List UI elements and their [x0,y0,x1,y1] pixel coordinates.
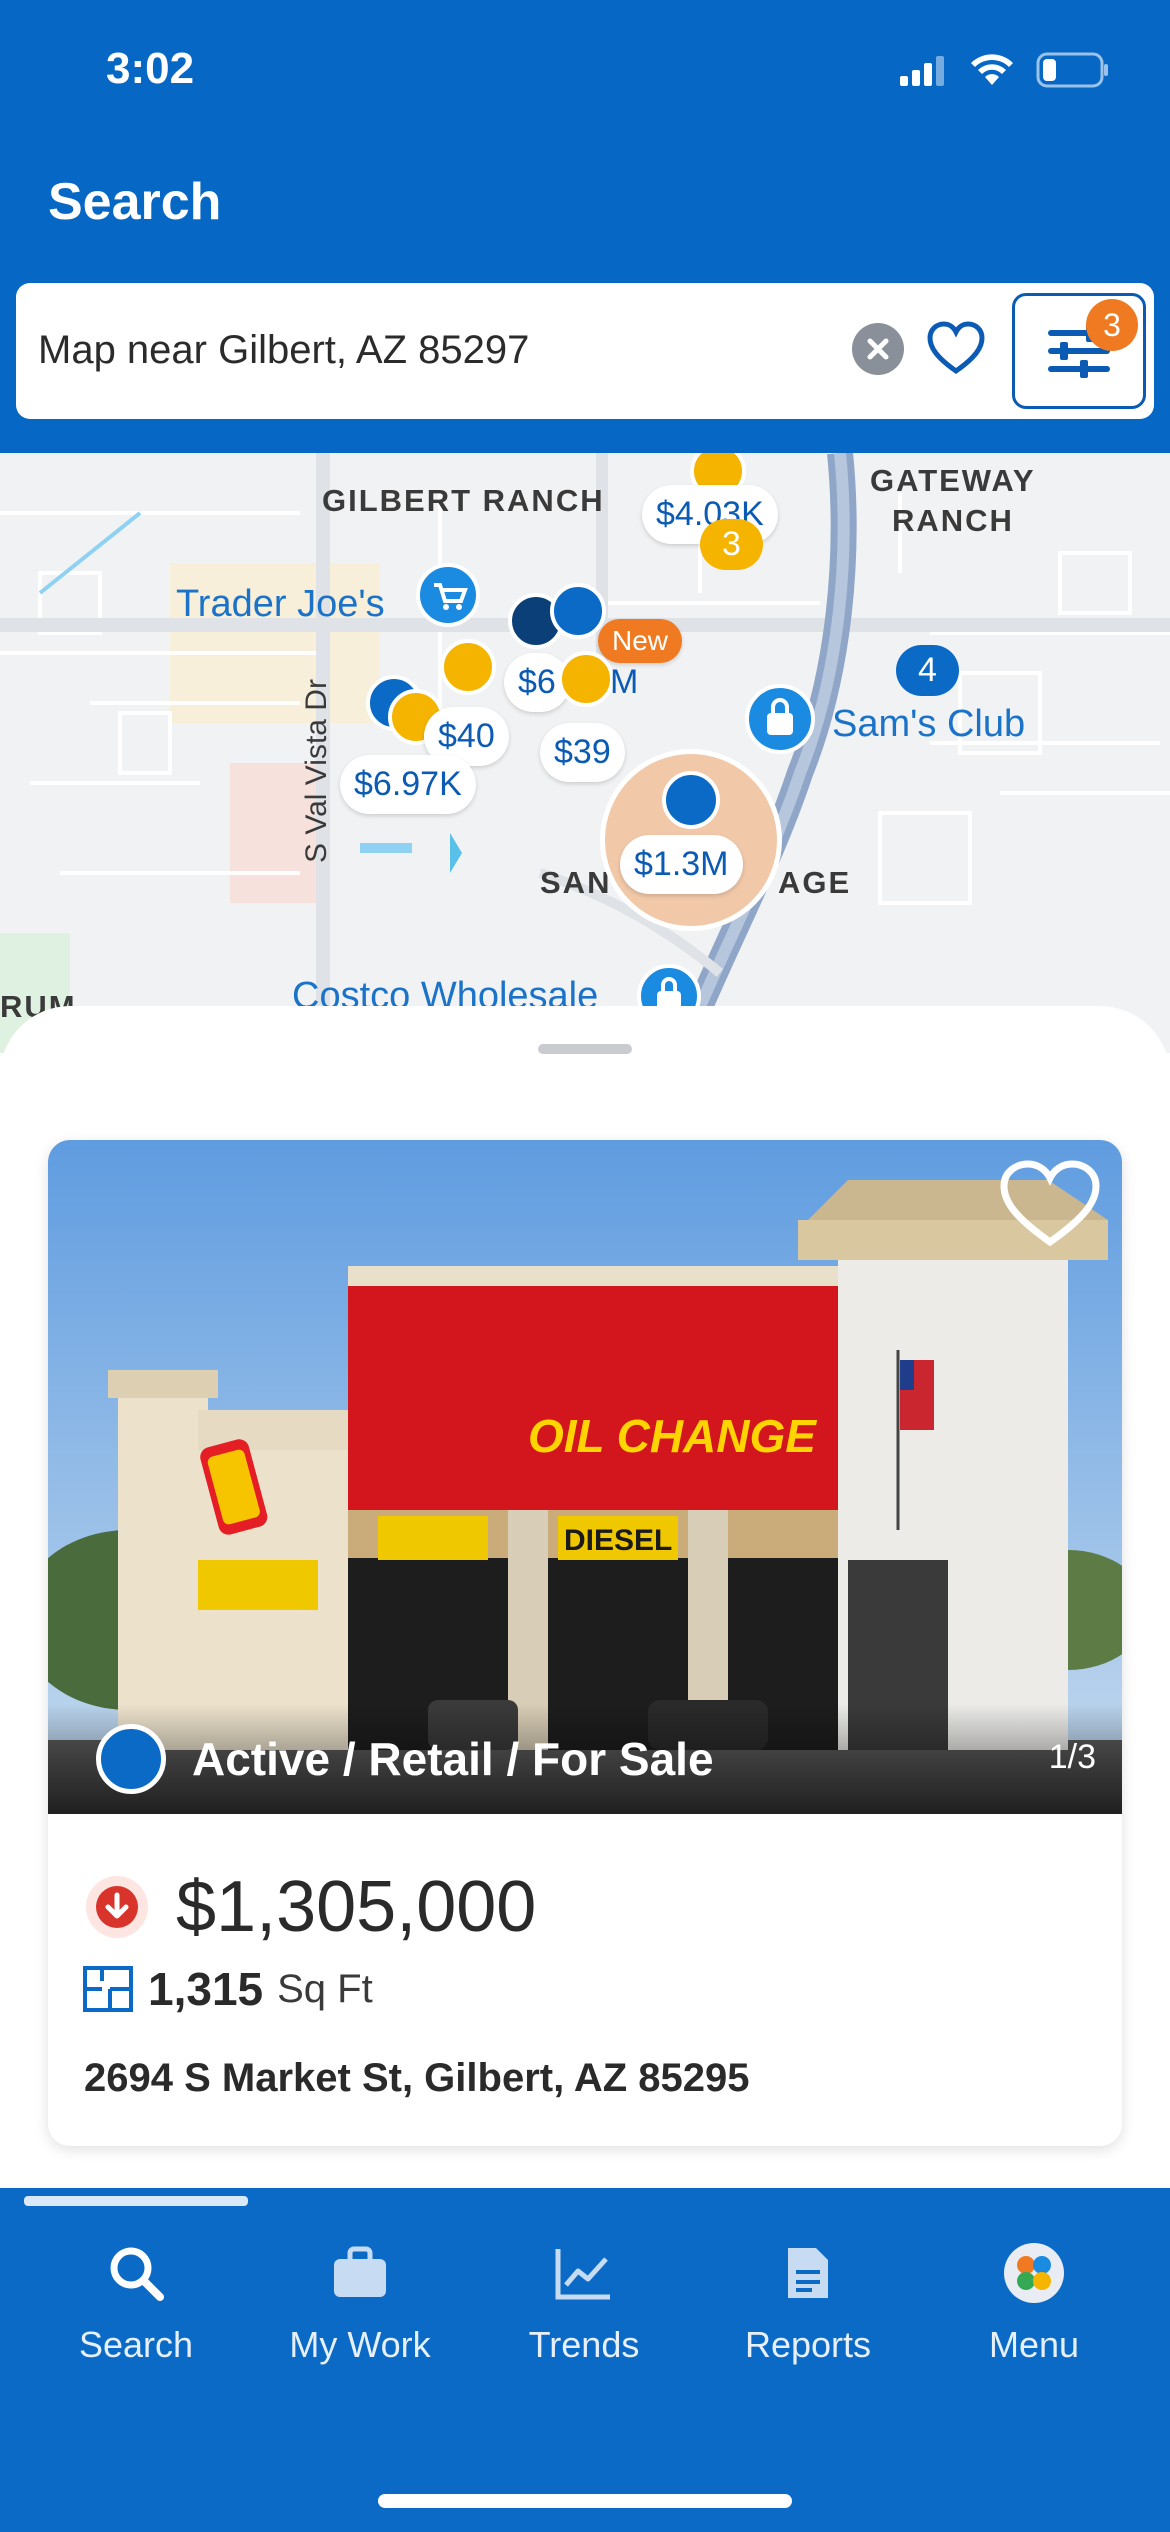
listing-address: 2694 S Market St, Gilbert, AZ 85295 [84,2056,750,2100]
size-row: 1,315 Sq Ft [82,1962,373,2016]
tab-my-work[interactable]: My Work [248,2236,472,2366]
building-sign-text-2: DIESEL [564,1524,672,1557]
listing-photo[interactable]: OIL CHANGE DIESEL Active / Retail / For … [48,1140,1122,1814]
active-tab-indicator [24,2196,248,2206]
selected-price-pin[interactable]: $1.3M [620,835,743,894]
listing-price: $1,305,000 [176,1867,537,1947]
app-header: 3:02 Search Map near Gilbert, AZ 85297 3 [0,0,1170,453]
map-area-label: RANCH [892,503,1014,538]
price-pin[interactable]: M [610,653,652,712]
cluster-pin[interactable]: 3 [700,519,763,570]
poi-label[interactable]: Trader Joe's [176,583,385,626]
menu-icon [1004,2243,1064,2303]
listing-dot-pin[interactable] [440,639,496,695]
signal-icon [900,56,944,86]
tab-trends[interactable]: Trends [472,2236,696,2366]
clear-search-button[interactable] [852,323,904,375]
selected-listing-dot[interactable] [662,771,720,829]
poi-label[interactable]: Sam's Club [832,703,1025,746]
road-label: S Val Vista Dr [300,679,333,863]
tab-menu[interactable]: Menu [922,2236,1146,2366]
save-search-heart-icon[interactable] [926,319,986,379]
listing-status-text: Active / Retail / For Sale [192,1733,714,1785]
tab-label: Search [78,2324,194,2365]
listing-size-value: 1,315 [148,1963,264,2015]
tab-reports[interactable]: Reports [696,2236,920,2366]
tab-label: My Work [289,2324,431,2365]
trends-icon [555,2249,610,2300]
listing-size-unit: Sq Ft [277,1966,373,2011]
tab-label: Reports [744,2324,872,2365]
sheet-drag-handle[interactable] [538,1044,632,1054]
map-area-label: GILBERT RANCH [322,483,605,518]
battery-icon [1036,52,1108,88]
search-input[interactable]: Map near Gilbert, AZ 85297 [38,328,529,373]
tab-label: Menu [988,2324,1080,2365]
tab-label: Trends [528,2324,640,2365]
wifi-icon [971,54,1013,85]
search-bar[interactable]: Map near Gilbert, AZ 85297 [16,283,1154,419]
reports-icon [788,2248,828,2298]
arrow-down-icon [96,1886,138,1928]
floor-plan-icon [83,1966,133,2012]
shopping-bag-pin-icon[interactable] [744,683,816,755]
listing-dot-pin[interactable] [550,583,606,639]
listing-bottom-sheet[interactable]: OIL CHANGE DIESEL Active / Retail / For … [0,1006,1170,2192]
price-reduced-indicator [86,1876,148,1938]
cluster-pin[interactable]: 4 [896,645,959,696]
building-sign-text: OIL CHANGE [528,1410,817,1462]
home-indicator[interactable] [378,2494,792,2508]
photo-counter: 1/3 [1048,1738,1096,1776]
tab-search[interactable]: Search [24,2236,248,2366]
listing-dot-pin[interactable] [558,651,614,707]
close-icon [867,338,889,360]
search-icon [110,2247,164,2301]
page-title: Search [48,173,222,231]
listing-card[interactable]: OIL CHANGE DIESEL Active / Retail / For … [48,1140,1122,2146]
map-area-label: SAN [540,865,612,900]
price-pin[interactable]: $39 [540,723,625,782]
map-view[interactable]: GILBERT RANCH GATEWAY RANCH SAN AGE RUM … [0,453,1170,1053]
favorite-heart-icon[interactable] [998,1158,1102,1250]
shopping-cart-pin-icon[interactable] [416,563,480,633]
bottom-tab-bar: Search My Work Trends Reports Menu [0,2188,1170,2532]
map-area-label: GATEWAY [870,463,1036,498]
price-pin[interactable]: $6.97K [340,755,476,814]
briefcase-icon [334,2246,386,2297]
listing-status-indicator [96,1724,166,1794]
filter-count-badge: 3 [1086,299,1138,351]
status-icons [898,52,1110,88]
status-time: 3:02 [106,44,195,93]
map-area-label: AGE [778,865,852,900]
price-row: $1,305,000 [86,1866,536,1948]
